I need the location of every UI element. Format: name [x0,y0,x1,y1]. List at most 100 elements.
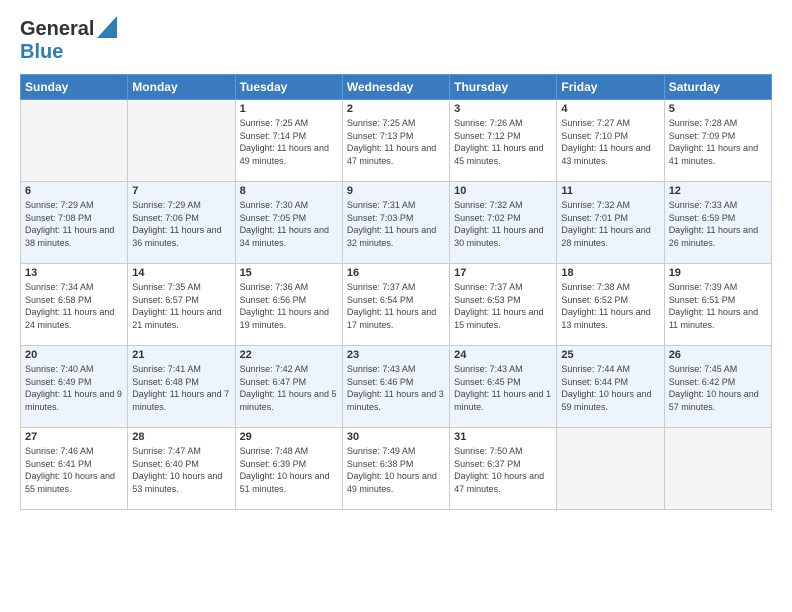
day-number: 29 [240,431,338,443]
day-header-friday: Friday [557,75,664,100]
day-header-wednesday: Wednesday [342,75,449,100]
calendar-cell: 21Sunrise: 7:41 AM Sunset: 6:48 PM Dayli… [128,346,235,428]
day-number: 17 [454,267,552,279]
calendar-cell: 27Sunrise: 7:46 AM Sunset: 6:41 PM Dayli… [21,428,128,510]
calendar-cell: 4Sunrise: 7:27 AM Sunset: 7:10 PM Daylig… [557,100,664,182]
day-info: Sunrise: 7:31 AM Sunset: 7:03 PM Dayligh… [347,199,445,249]
day-header-thursday: Thursday [450,75,557,100]
day-number: 20 [25,349,123,361]
day-info: Sunrise: 7:43 AM Sunset: 6:46 PM Dayligh… [347,363,445,413]
calendar-cell: 30 Sunrise: 7:49 AM Sunset: 6:38 PM Dayli… [342,428,449,510]
logo-blue: Blue [20,41,63,64]
calendar-cell: 1 Sunrise: 7:25 AM Sunset: 7:14 PM Daylig… [235,100,342,182]
day-number: 2 [347,103,445,115]
day-number: 23 [347,349,445,361]
calendar-cell: 15 Sunrise: 7:36 AM Sunset: 6:56 PM Dayli… [235,264,342,346]
calendar-cell: 13Sunrise: 7:34 AM Sunset: 6:58 PM Dayli… [21,264,128,346]
day-info: Sunrise: 7:34 AM Sunset: 6:58 PM Dayligh… [25,281,123,331]
logo-arrow-icon [97,16,117,38]
calendar-cell: 6Sunrise: 7:29 AM Sunset: 7:08 PM Daylig… [21,182,128,264]
day-info: Sunrise: 7:26 AM Sunset: 7:12 PM Dayligh… [454,117,552,167]
day-info: Sunrise: 7:36 AM Sunset: 6:56 PM Dayligh… [240,281,338,331]
day-number: 28 [132,431,230,443]
day-number: 11 [561,185,659,197]
day-info: Sunrise: 7:39 AM Sunset: 6:51 PM Dayligh… [669,281,767,331]
calendar-cell: 24 Sunrise: 7:43 AM Sunset: 6:45 PM Dayli… [450,346,557,428]
day-header-sunday: Sunday [21,75,128,100]
calendar-header-row: SundayMondayTuesdayWednesdayThursdayFrid… [21,75,772,100]
day-info: Sunrise: 7:28 AM Sunset: 7:09 PM Dayligh… [669,117,767,167]
calendar-cell: 8 Sunrise: 7:30 AM Sunset: 7:05 PM Daylig… [235,182,342,264]
day-info: Sunrise: 7:37 AM Sunset: 6:54 PM Dayligh… [347,281,445,331]
calendar-cell: 2 Sunrise: 7:25 AM Sunset: 7:13 PM Daylig… [342,100,449,182]
day-number: 10 [454,185,552,197]
day-info: Sunrise: 7:48 AM Sunset: 6:39 PM Dayligh… [240,445,338,495]
calendar-cell: 3 Sunrise: 7:26 AM Sunset: 7:12 PM Daylig… [450,100,557,182]
day-number: 5 [669,103,767,115]
calendar-table: SundayMondayTuesdayWednesdayThursdayFrid… [20,74,772,510]
calendar-week-row: 6Sunrise: 7:29 AM Sunset: 7:08 PM Daylig… [21,182,772,264]
day-info: Sunrise: 7:37 AM Sunset: 6:53 PM Dayligh… [454,281,552,331]
day-header-saturday: Saturday [664,75,771,100]
day-info: Sunrise: 7:25 AM Sunset: 7:14 PM Dayligh… [240,117,338,167]
day-number: 18 [561,267,659,279]
calendar-cell: 17 Sunrise: 7:37 AM Sunset: 6:53 PM Dayli… [450,264,557,346]
calendar-cell [21,100,128,182]
day-number: 4 [561,103,659,115]
calendar-cell: 28 Sunrise: 7:47 AM Sunset: 6:40 PM Dayli… [128,428,235,510]
day-info: Sunrise: 7:49 AM Sunset: 6:38 PM Dayligh… [347,445,445,495]
calendar-cell: 19 Sunrise: 7:39 AM Sunset: 6:51 PM Dayli… [664,264,771,346]
day-header-monday: Monday [128,75,235,100]
calendar-cell: 23 Sunrise: 7:43 AM Sunset: 6:46 PM Dayli… [342,346,449,428]
day-info: Sunrise: 7:47 AM Sunset: 6:40 PM Dayligh… [132,445,230,495]
calendar-cell [128,100,235,182]
day-number: 15 [240,267,338,279]
day-number: 19 [669,267,767,279]
calendar-cell [664,428,771,510]
day-info: Sunrise: 7:40 AM Sunset: 6:49 PM Dayligh… [25,363,123,413]
calendar-cell: 16 Sunrise: 7:37 AM Sunset: 6:54 PM Dayli… [342,264,449,346]
calendar-cell: 20 Sunrise: 7:40 AM Sunset: 6:49 PM Dayli… [21,346,128,428]
calendar-cell [557,428,664,510]
day-header-tuesday: Tuesday [235,75,342,100]
calendar-cell: 29 Sunrise: 7:48 AM Sunset: 6:39 PM Dayli… [235,428,342,510]
day-info: Sunrise: 7:38 AM Sunset: 6:52 PM Dayligh… [561,281,659,331]
day-info: Sunrise: 7:43 AM Sunset: 6:45 PM Dayligh… [454,363,552,413]
calendar-cell: 26 Sunrise: 7:45 AM Sunset: 6:42 PM Dayli… [664,346,771,428]
day-info: Sunrise: 7:45 AM Sunset: 6:42 PM Dayligh… [669,363,767,413]
calendar-cell: 18 Sunrise: 7:38 AM Sunset: 6:52 PM Dayli… [557,264,664,346]
day-number: 6 [25,185,123,197]
day-number: 30 [347,431,445,443]
day-info: Sunrise: 7:29 AM Sunset: 7:06 PM Dayligh… [132,199,230,249]
day-number: 3 [454,103,552,115]
calendar-cell: 22 Sunrise: 7:42 AM Sunset: 6:47 PM Dayli… [235,346,342,428]
day-number: 26 [669,349,767,361]
calendar-cell: 9 Sunrise: 7:31 AM Sunset: 7:03 PM Daylig… [342,182,449,264]
calendar-week-row: 13Sunrise: 7:34 AM Sunset: 6:58 PM Dayli… [21,264,772,346]
calendar-week-row: 20 Sunrise: 7:40 AM Sunset: 6:49 PM Dayli… [21,346,772,428]
day-number: 9 [347,185,445,197]
day-info: Sunrise: 7:30 AM Sunset: 7:05 PM Dayligh… [240,199,338,249]
day-number: 14 [132,267,230,279]
day-number: 22 [240,349,338,361]
day-number: 27 [25,431,123,443]
day-number: 24 [454,349,552,361]
logo-text-block: General Blue [20,16,117,64]
day-info: Sunrise: 7:25 AM Sunset: 7:13 PM Dayligh… [347,117,445,167]
day-number: 21 [132,349,230,361]
calendar-cell: 12Sunrise: 7:33 AM Sunset: 6:59 PM Dayli… [664,182,771,264]
day-number: 1 [240,103,338,115]
day-number: 12 [669,185,767,197]
day-info: Sunrise: 7:35 AM Sunset: 6:57 PM Dayligh… [132,281,230,331]
day-number: 31 [454,431,552,443]
day-info: Sunrise: 7:42 AM Sunset: 6:47 PM Dayligh… [240,363,338,413]
day-info: Sunrise: 7:32 AM Sunset: 7:02 PM Dayligh… [454,199,552,249]
day-number: 8 [240,185,338,197]
day-number: 25 [561,349,659,361]
day-info: Sunrise: 7:44 AM Sunset: 6:44 PM Dayligh… [561,363,659,413]
calendar-week-row: 1 Sunrise: 7:25 AM Sunset: 7:14 PM Daylig… [21,100,772,182]
day-number: 16 [347,267,445,279]
logo: General Blue [20,16,117,64]
header: General Blue [20,16,772,64]
calendar-week-row: 27Sunrise: 7:46 AM Sunset: 6:41 PM Dayli… [21,428,772,510]
